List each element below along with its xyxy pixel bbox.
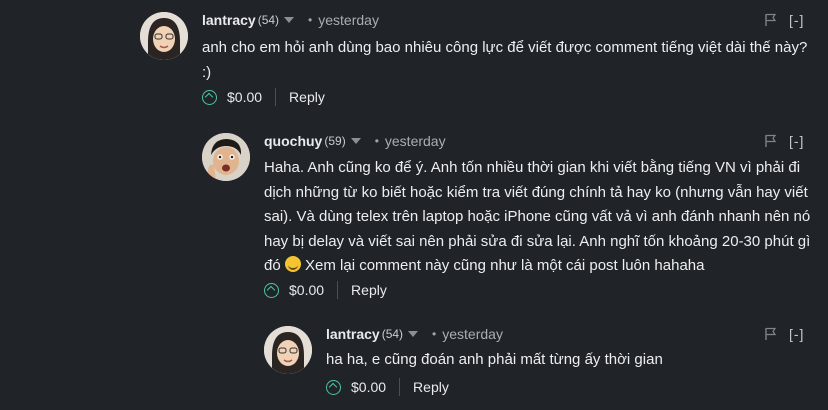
timestamp[interactable]: yesterday bbox=[442, 326, 503, 342]
comment-body: Haha. Anh cũng ko để ý. Anh tốn nhiều th… bbox=[264, 156, 816, 279]
comment-header: lantracy (54) • yesterday bbox=[326, 326, 503, 342]
author-name[interactable]: lantracy bbox=[326, 326, 380, 342]
chevron-down-icon[interactable] bbox=[350, 138, 361, 144]
chevron-down-icon[interactable] bbox=[284, 17, 295, 23]
divider bbox=[275, 88, 277, 106]
timestamp[interactable]: yesterday bbox=[318, 12, 379, 28]
comment-body: anh cho em hỏi anh dùng bao nhiêu công l… bbox=[202, 39, 808, 81]
man-avatar-icon bbox=[202, 133, 250, 181]
flag-icon[interactable] bbox=[764, 327, 778, 341]
woman-avatar-icon bbox=[140, 12, 188, 60]
comment-header: quochuy (59) • yesterday bbox=[264, 133, 446, 149]
flag-icon[interactable] bbox=[764, 13, 778, 27]
author-reputation: (54) bbox=[257, 13, 280, 27]
reply-button[interactable]: Reply bbox=[413, 379, 449, 395]
collapse-button[interactable]: [-] bbox=[789, 326, 804, 342]
flag-icon[interactable] bbox=[764, 134, 778, 148]
author-reputation: (59) bbox=[324, 134, 346, 148]
divider bbox=[399, 378, 401, 396]
upvote-icon[interactable] bbox=[326, 379, 341, 395]
author-name[interactable]: quochuy bbox=[264, 133, 322, 149]
woman-avatar-icon bbox=[264, 326, 312, 374]
author-reputation: (54) bbox=[381, 327, 404, 341]
collapse-button[interactable]: [-] bbox=[789, 133, 804, 149]
comment-body: ha ha, e cũng đoán anh phải mất từng ấy … bbox=[326, 351, 663, 368]
upvote-icon[interactable] bbox=[264, 282, 279, 298]
comment-actions: $0.00 Reply bbox=[202, 88, 325, 106]
upvote-icon[interactable] bbox=[202, 89, 217, 105]
comment-header: lantracy (54) • yesterday bbox=[202, 12, 379, 28]
comment-actions: $0.00 Reply bbox=[264, 281, 387, 299]
avatar[interactable] bbox=[202, 133, 250, 181]
timestamp[interactable]: yesterday bbox=[385, 133, 446, 149]
payout-amount[interactable]: $0.00 bbox=[351, 379, 386, 395]
author-name[interactable]: lantracy bbox=[202, 12, 256, 28]
separator-dot: • bbox=[374, 134, 379, 148]
payout-amount[interactable]: $0.00 bbox=[289, 282, 324, 298]
collapse-button[interactable]: [-] bbox=[789, 12, 804, 28]
separator-dot: • bbox=[432, 327, 437, 341]
avatar[interactable] bbox=[264, 326, 312, 374]
avatar[interactable] bbox=[140, 12, 188, 60]
comment-actions: $0.00 Reply bbox=[326, 378, 449, 396]
payout-amount[interactable]: $0.00 bbox=[227, 89, 262, 105]
reply-button[interactable]: Reply bbox=[351, 282, 387, 298]
chevron-down-icon[interactable] bbox=[408, 331, 419, 337]
rofl-emoji-icon bbox=[284, 256, 301, 272]
reply-button[interactable]: Reply bbox=[289, 89, 325, 105]
separator-dot: • bbox=[308, 13, 313, 27]
comment-text-continued: Xem lại comment này cũng như là một cái … bbox=[305, 257, 705, 274]
divider bbox=[337, 281, 339, 299]
